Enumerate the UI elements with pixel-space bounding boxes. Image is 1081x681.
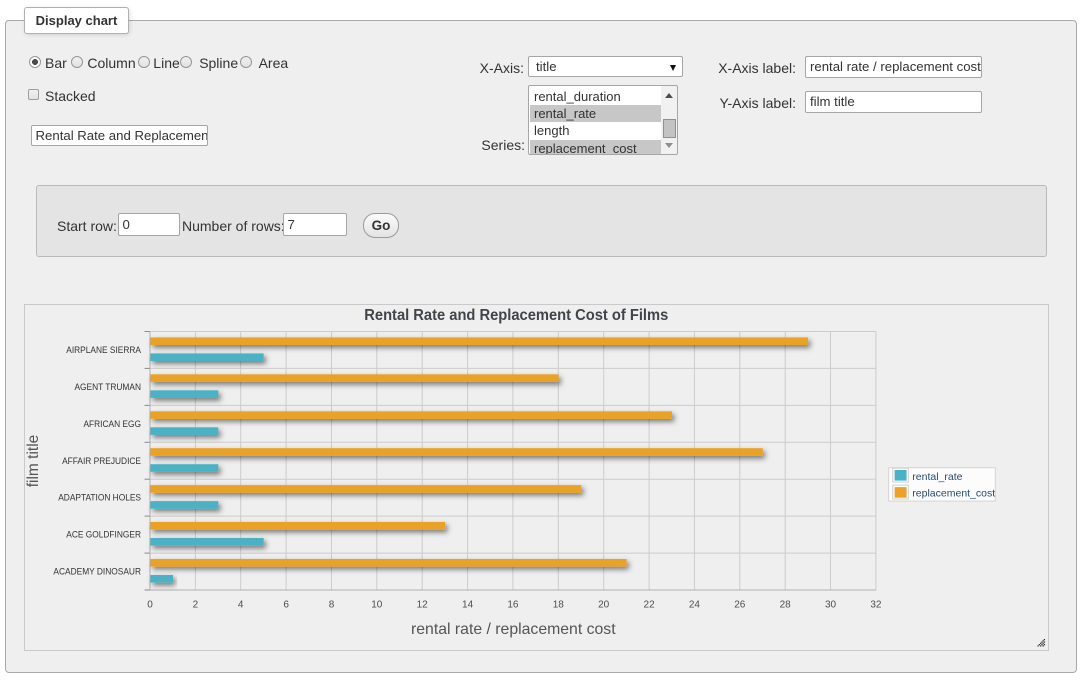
svg-text:2: 2	[192, 599, 198, 610]
svg-text:rental_rate: rental_rate	[912, 471, 962, 483]
svg-text:6: 6	[283, 599, 289, 610]
svg-text:rental rate / replacement cost: rental rate / replacement cost	[411, 621, 616, 638]
svg-text:0: 0	[147, 599, 153, 610]
svg-text:24: 24	[689, 599, 701, 610]
svg-text:30: 30	[825, 599, 837, 610]
svg-text:14: 14	[462, 599, 474, 610]
svg-text:ACADEMY DINOSAUR: ACADEMY DINOSAUR	[53, 566, 141, 577]
svg-text:ACE GOLDFINGER: ACE GOLDFINGER	[66, 529, 141, 540]
svg-text:4: 4	[238, 599, 244, 610]
svg-text:28: 28	[779, 599, 791, 610]
svg-text:8: 8	[328, 599, 334, 610]
svg-text:22: 22	[643, 599, 655, 610]
svg-text:film title: film title	[25, 435, 42, 488]
svg-text:10: 10	[371, 599, 383, 610]
svg-text:16: 16	[507, 599, 519, 610]
svg-text:26: 26	[734, 599, 746, 610]
svg-text:18: 18	[552, 599, 564, 610]
svg-text:12: 12	[416, 599, 428, 610]
svg-text:AIRPLANE SIERRA: AIRPLANE SIERRA	[66, 344, 141, 355]
svg-text:ADAPTATION HOLES: ADAPTATION HOLES	[58, 492, 141, 503]
svg-text:20: 20	[598, 599, 610, 610]
svg-text:AFFAIR PREJUDICE: AFFAIR PREJUDICE	[62, 455, 141, 466]
svg-text:AGENT TRUMAN: AGENT TRUMAN	[74, 381, 141, 392]
svg-text:Rental Rate and Replacement Co: Rental Rate and Replacement Cost of Film…	[364, 306, 668, 324]
svg-text:replacement_cost: replacement_cost	[912, 487, 995, 499]
svg-text:32: 32	[870, 599, 882, 610]
svg-text:AFRICAN EGG: AFRICAN EGG	[83, 418, 141, 429]
